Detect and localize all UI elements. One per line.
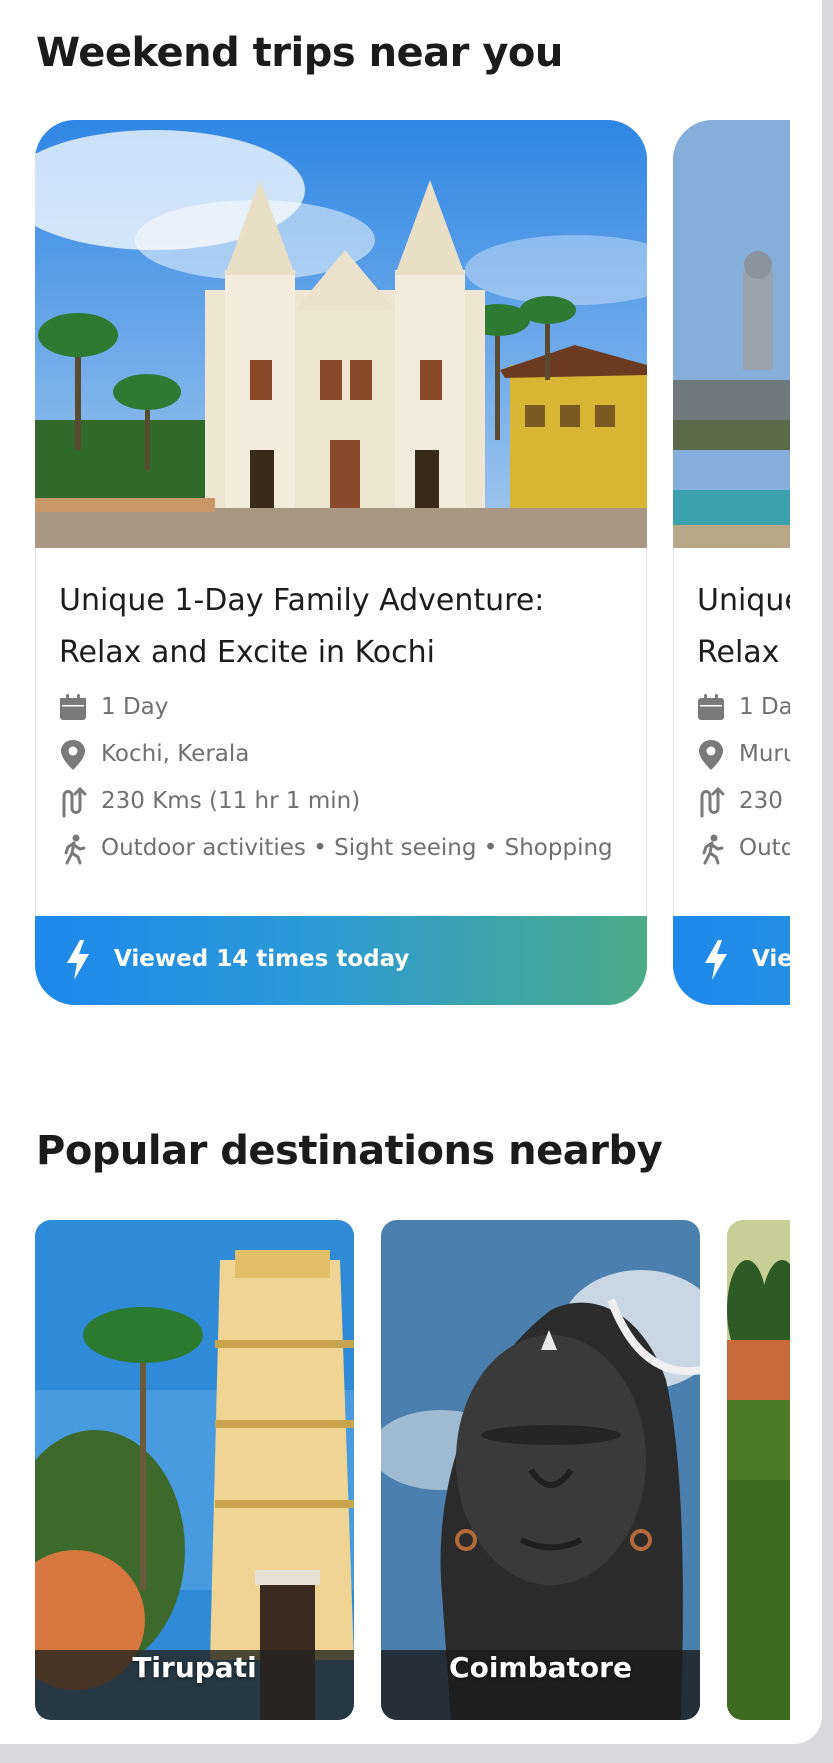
- trip-activities: Outdoor activities • Sight seeing: [739, 835, 790, 861]
- weekend-trips-carousel[interactable]: Unique 1-Day Family Adventure: Relax and…: [0, 120, 790, 1010]
- trip-distance-row: 230 Kms (11 hr 1 min): [58, 786, 647, 818]
- route-icon: [700, 786, 725, 818]
- trip-duration-row: 1 Day: [696, 692, 790, 724]
- weekend-trips-heading: Weekend trips near you: [36, 30, 563, 76]
- destination-image-tirupati: [35, 1220, 354, 1720]
- trip-image-murudeshwar: [673, 120, 790, 548]
- lightning-bolt-icon: [705, 940, 727, 980]
- location-pin-icon: [61, 740, 85, 770]
- destination-name: Tirupati: [132, 1651, 257, 1684]
- destination-image-coimbatore: [381, 1220, 700, 1720]
- viewed-count-banner: Viewed today: [673, 916, 790, 1005]
- walking-person-icon: [702, 834, 724, 865]
- trip-title[interactable]: Unique 1-Day Family Adventure: Relax and…: [697, 575, 790, 679]
- trip-distance-row: 230 Kms: [696, 786, 790, 818]
- trip-card[interactable]: Unique 1-Day Family Adventure: Relax and…: [673, 120, 790, 1005]
- viewed-count-banner: Viewed 14 times today: [35, 916, 647, 1005]
- destination-name: Coimbatore: [449, 1651, 632, 1684]
- popular-destinations-heading: Popular destinations nearby: [36, 1128, 663, 1174]
- app-screen: Weekend trips near you Unique 1-Day Fami…: [0, 0, 822, 1744]
- trip-activities-row: Outdoor activities • Sight seeing • Shop…: [58, 833, 647, 865]
- trip-location-row: Murudeshwar, Karnataka: [696, 739, 790, 771]
- trip-activities-row: Outdoor activities • Sight seeing: [696, 833, 790, 865]
- trip-duration: 1 Day: [101, 694, 169, 720]
- lightning-bolt-icon: [67, 940, 89, 980]
- trip-location: Murudeshwar, Karnataka: [739, 741, 790, 767]
- trip-duration-row: 1 Day: [58, 692, 647, 724]
- viewed-count-text: Viewed today: [752, 946, 790, 972]
- trip-distance: 230 Kms (11 hr 1 min): [101, 788, 361, 814]
- calendar-icon: [698, 694, 724, 720]
- trip-activities: Outdoor activities • Sight seeing • Shop…: [101, 835, 613, 861]
- calendar-icon: [60, 694, 86, 720]
- route-icon: [62, 786, 87, 818]
- viewed-count-text: Viewed 14 times today: [114, 946, 410, 972]
- trip-details: Unique 1-Day Family Adventure: Relax and…: [673, 548, 790, 916]
- trip-title[interactable]: Unique 1-Day Family Adventure: Relax and…: [59, 575, 619, 679]
- destination-card-coimbatore[interactable]: Coimbatore: [381, 1220, 700, 1720]
- destination-image-tea-hills: [727, 1220, 790, 1720]
- trip-details: Unique 1-Day Family Adventure: Relax and…: [35, 548, 647, 916]
- trip-location-row: Kochi, Kerala: [58, 739, 647, 771]
- popular-destinations-carousel[interactable]: Tirupati Coimbatore: [0, 1220, 790, 1720]
- trip-duration: 1 Day: [739, 694, 790, 720]
- walking-person-icon: [64, 834, 86, 865]
- trip-image-kochi-church: [35, 120, 647, 548]
- trip-location: Kochi, Kerala: [101, 741, 250, 767]
- trip-distance: 230 Kms: [739, 788, 790, 814]
- location-pin-icon: [699, 740, 723, 770]
- trip-card[interactable]: Unique 1-Day Family Adventure: Relax and…: [35, 120, 647, 1005]
- destination-card-partial[interactable]: [727, 1220, 790, 1720]
- destination-card-tirupati[interactable]: Tirupati: [35, 1220, 354, 1720]
